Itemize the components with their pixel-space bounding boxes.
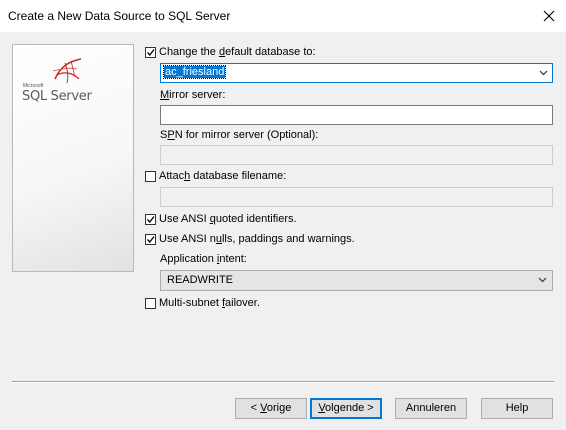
spn-mirror-server-input[interactable] — [160, 145, 553, 165]
window-title: Create a New Data Source to SQL Server — [8, 9, 231, 23]
cancel-button[interactable]: Annuleren — [395, 398, 467, 419]
mirror-server-input[interactable] — [160, 105, 553, 125]
sql-server-logo-panel: Microsoft SQL Server — [12, 44, 134, 272]
checkmark-icon — [147, 49, 155, 57]
change-default-database-checkbox[interactable] — [145, 47, 156, 58]
ansi-quoted-identifiers-checkbox[interactable] — [145, 214, 156, 225]
help-button[interactable]: Help — [481, 398, 553, 419]
spn-mirror-server-label: SPN for mirror server (Optional): — [160, 129, 319, 141]
close-icon — [543, 10, 555, 22]
application-intent-label: Application intent: — [160, 253, 247, 265]
ansi-nulls-label: Use ANSI nulls, paddings and warnings. — [159, 233, 355, 245]
ansi-nulls-checkbox[interactable] — [145, 234, 156, 245]
default-database-combobox[interactable]: ac_friesland — [160, 63, 553, 83]
default-database-value: ac_friesland — [162, 65, 227, 79]
multi-subnet-failover-label: Multi-subnet failover. — [159, 297, 260, 309]
footer-separator — [12, 381, 554, 383]
attach-database-checkbox[interactable] — [145, 171, 156, 182]
application-intent-value: READWRITE — [167, 274, 233, 286]
logo-sql-server-text: SQL Server — [22, 89, 92, 104]
multi-subnet-failover-checkbox[interactable] — [145, 298, 156, 309]
checkmark-icon — [147, 236, 155, 244]
sql-server-logo-icon — [52, 58, 82, 84]
application-intent-dropdown[interactable]: READWRITE — [160, 270, 553, 291]
close-button[interactable] — [532, 2, 566, 30]
chevron-down-icon — [539, 70, 548, 76]
checkmark-icon — [147, 216, 155, 224]
attach-database-label: Attach database filename: — [159, 170, 287, 182]
attach-database-filename-input[interactable] — [160, 187, 553, 207]
chevron-down-icon — [538, 277, 547, 283]
mirror-server-label: Mirror server: — [160, 89, 226, 101]
next-button[interactable]: Volgende > — [310, 398, 382, 419]
back-button[interactable]: < Vorige — [235, 398, 307, 419]
ansi-quoted-identifiers-label: Use ANSI quoted identifiers. — [159, 213, 297, 225]
change-default-database-label: Change the default database to: — [159, 46, 316, 58]
title-bar: Create a New Data Source to SQL Server — [0, 0, 566, 32]
